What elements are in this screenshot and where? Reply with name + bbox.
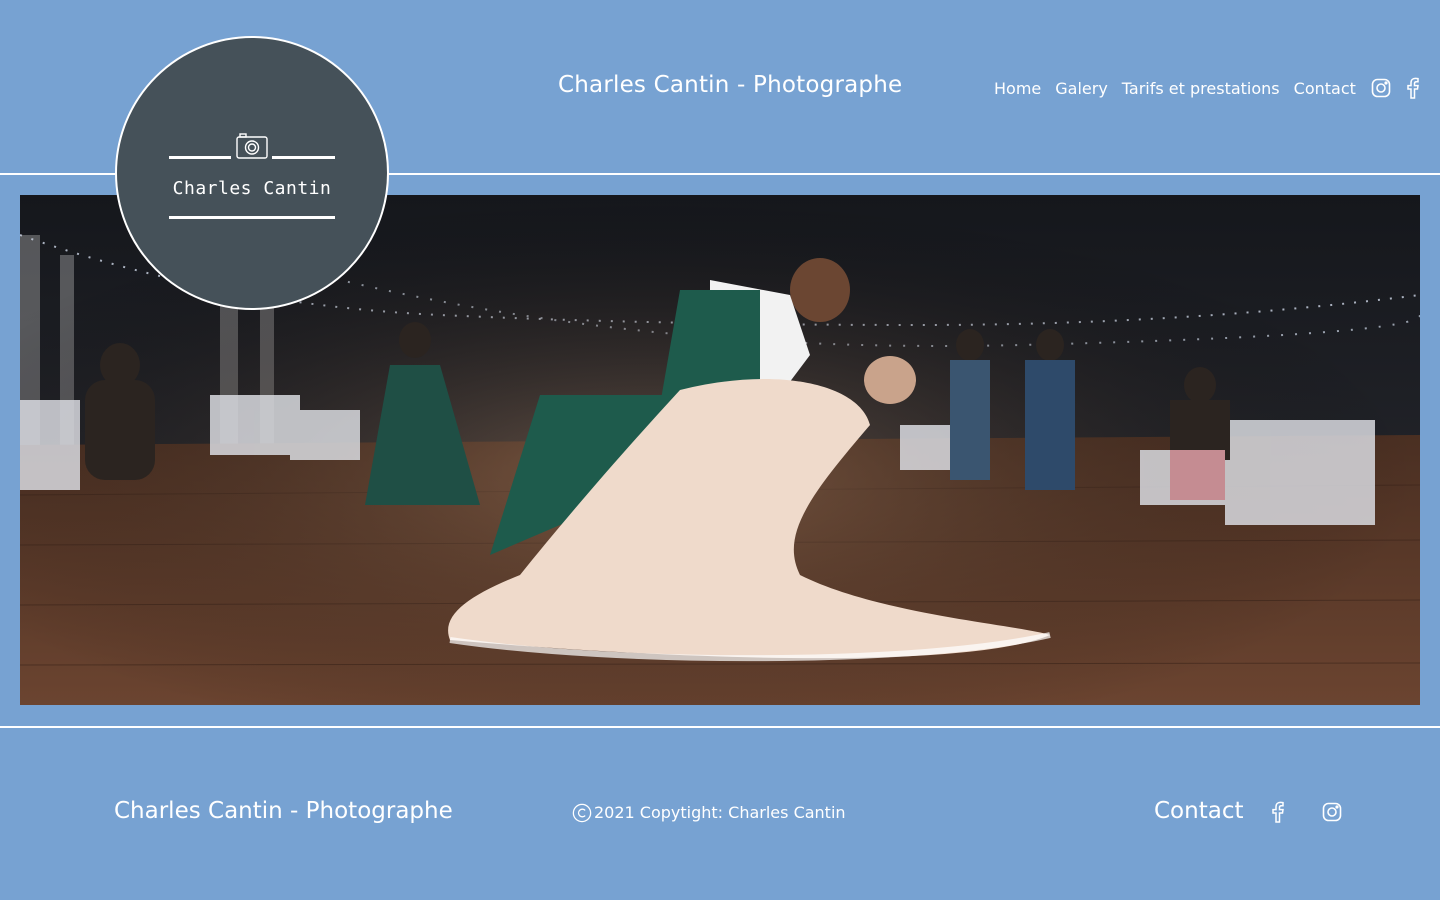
nav-contact[interactable]: Contact: [1294, 79, 1356, 98]
camera-icon: [236, 133, 268, 163]
instagram-icon[interactable]: [1370, 77, 1392, 99]
logo-line-left: [169, 156, 231, 159]
main-nav: Home Galery Tarifs et prestations Contac…: [994, 76, 1432, 100]
instagram-icon[interactable]: [1321, 801, 1343, 823]
logo-line-right: [272, 156, 335, 159]
nav-galery[interactable]: Galery: [1055, 79, 1108, 98]
copyright-text: 2021 Copytight: Charles Cantin: [594, 802, 846, 822]
page: Charles Cantin - Photographe Home Galery…: [0, 0, 1440, 900]
facebook-icon[interactable]: [1401, 77, 1423, 99]
logo-badge[interactable]: Charles Cantin: [115, 36, 389, 310]
site-title[interactable]: Charles Cantin - Photographe: [558, 72, 902, 98]
nav-home[interactable]: Home: [994, 79, 1041, 98]
footer-contact-link[interactable]: Contact: [1154, 798, 1243, 824]
footer-title: Charles Cantin - Photographe: [114, 798, 453, 824]
logo-line-bottom: [169, 216, 335, 219]
facebook-icon[interactable]: [1266, 801, 1288, 823]
copyright: 2021 Copytight: Charles Cantin: [572, 802, 846, 823]
nav-tarifs[interactable]: Tarifs et prestations: [1122, 79, 1280, 98]
logo-text: Charles Cantin: [172, 178, 332, 199]
footer-divider: [0, 726, 1440, 728]
copyright-icon: [572, 802, 592, 823]
